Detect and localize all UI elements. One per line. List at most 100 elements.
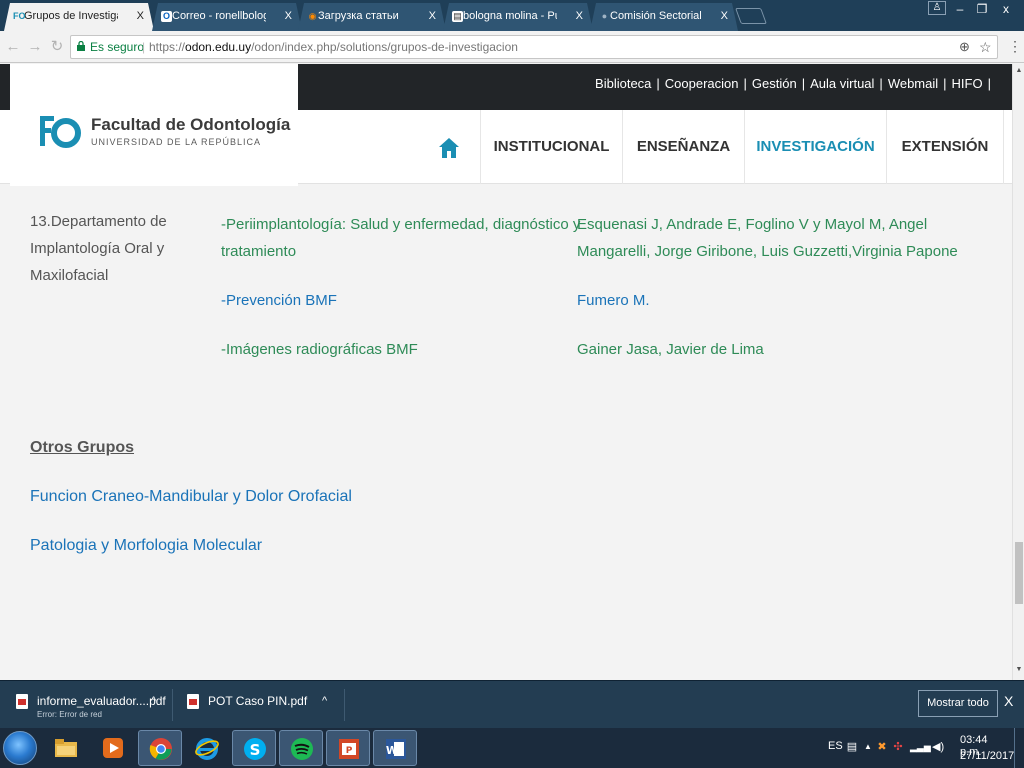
chevron-up-icon[interactable]: ^ [151,695,156,707]
back-icon[interactable]: ← [4,38,22,56]
toplink-cooperacion[interactable]: Cooperacion [665,76,739,91]
logo-subtitle: UNIVERSIDAD DE LA REPÚBLICA [91,137,262,147]
department-line: Implantología Oral y [30,240,165,257]
tab-grupos-investigacion[interactable]: FO Grupos de Investigación X [4,3,154,31]
maximize-button[interactable]: ❐ [972,0,992,18]
nav-ensenanza[interactable]: ENSEÑANZA [622,110,744,184]
nav-investigacion[interactable]: INVESTIGACIÓN [744,110,886,184]
research-members[interactable]: Fumero M. [577,287,650,314]
toplink-divider: | [801,76,806,91]
toplink-divider: | [743,76,747,91]
profile-icon[interactable]: ♙ [928,1,946,15]
taskbar-chrome[interactable] [138,730,182,766]
tab-close-icon[interactable]: X [285,3,292,29]
browser-menu-icon[interactable]: ⋮ [1008,37,1022,55]
tab-close-icon[interactable]: X [429,3,436,29]
tab-title: Comisión Sectorial de In [610,10,702,22]
download-item[interactable]: informe_evaluador....pdf Error: Error de… [0,681,172,729]
site-logo[interactable]: Facultad de Odontología UNIVERSIDAD DE L… [10,64,298,186]
url-host: odon.edu.uy [185,40,252,54]
tab-zagruzka[interactable]: ◉ Загрузка статьи X [298,3,446,31]
scroll-up-icon[interactable]: ▲ [1015,67,1023,74]
url-text[interactable]: https://odon.edu.uy/odon/index.php/solut… [149,36,518,58]
research-topic: -Periimplantología: Salud y enfermedad, … [221,211,580,265]
scroll-thumb[interactable] [1015,542,1023,604]
new-tab-button[interactable] [735,8,767,24]
downloads-shelf: informe_evaluador....pdf Error: Error de… [0,680,1024,728]
clock-date[interactable]: 27/11/2017 [960,750,1014,762]
zoom-icon[interactable]: ⊕ [959,36,970,58]
tab-close-icon[interactable]: X [721,3,728,29]
research-topic: -Imágenes radiográficas BMF [221,341,418,358]
tab-pubmed[interactable]: ▤ bologna molina - PubMe X [443,3,593,31]
fo-logo-icon [40,116,81,148]
tab-title: bologna molina - PubMe [463,10,555,22]
tab-correo[interactable]: O Correo - ronellbologna@ X [152,3,302,31]
tab-close-icon[interactable]: X [137,3,144,29]
toplink-divider: | [943,76,947,91]
tab-close-icon[interactable]: X [576,3,583,29]
pdf-file-icon [187,694,199,709]
taskbar-powerpoint-viewer[interactable]: P [326,730,370,766]
topic-line: tratamiento [221,243,297,260]
svg-text:S: S [250,741,261,759]
download-filename: POT Caso PIN.pdf [208,694,308,708]
chevron-up-icon[interactable]: ^ [322,695,327,707]
skype-icon: S [244,738,266,760]
svg-text:P: P [346,746,353,756]
home-icon[interactable] [432,134,466,162]
members-line: Mangarelli, Jorge Giribone, Luis Guzzett… [577,243,958,260]
otros-link-craneo-mandibular[interactable]: Funcion Craneo-Mandibular y Dolor Orofac… [30,483,352,510]
forward-icon[interactable]: → [26,38,44,56]
show-hidden-icons-icon[interactable]: ▲ [862,740,874,754]
toplink-gestion[interactable]: Gestión [752,76,797,91]
eye-icon: ◉ [308,11,317,21]
internet-explorer-icon [195,738,219,760]
browser-tab-strip: FO Grupos de Investigación X O Correo - … [0,0,1024,31]
show-desktop-button[interactable] [1014,728,1024,768]
notification-icon[interactable]: ✖ [876,740,888,754]
nav-institucional[interactable]: INSTITUCIONAL [480,110,622,184]
address-bar[interactable]: Es seguro | https://odon.edu.uy/odon/ind… [70,35,998,59]
folder-icon [55,739,77,757]
scroll-down-icon[interactable]: ▼ [1015,666,1023,673]
volume-icon[interactable]: ◀) [932,740,944,754]
toplink-hifo[interactable]: HIFO [952,76,983,91]
bookmark-star-icon[interactable]: ☆ [979,36,992,58]
secure-label: Es seguro [90,40,145,54]
page-scrollbar[interactable]: ▲ ▼ [1012,64,1024,680]
download-item[interactable]: POT Caso PIN.pdf ^ [173,681,343,729]
toplink-webmail[interactable]: Webmail [888,76,938,91]
reload-icon[interactable]: ↻ [48,38,66,56]
toplink-biblioteca[interactable]: Biblioteca [595,76,651,91]
windows-taskbar: S P W ES ▤ ▲ ✖ ✣ ▂▃▅ ◀) 03:44 p.m. 27/11… [0,728,1024,768]
research-topic[interactable]: -Prevención BMF [221,287,337,314]
tab-comision-sectorial[interactable]: ● Comisión Sectorial de In X [590,3,738,31]
nav-extension[interactable]: EXTENSIÓN [886,110,1004,184]
show-all-downloads-button[interactable]: Mostrar todo [918,690,998,717]
members-line: Esquenasi J, Andrade E, Foglino V y Mayo… [577,216,928,233]
taskbar-media-player[interactable] [91,730,135,766]
url-separator: | [142,40,146,54]
otros-grupos-heading: Otros Grupos [30,439,135,456]
close-downloads-icon[interactable]: X [1004,693,1013,709]
start-button[interactable] [3,731,37,765]
otros-link-patologia[interactable]: Patologia y Morfologia Molecular [30,532,262,559]
topic-line: -Periimplantología: Salud y enfermedad, … [221,216,581,233]
taskbar-file-explorer[interactable] [44,730,88,766]
url-scheme: https:// [149,40,186,54]
minimize-button[interactable]: – [950,0,970,18]
toplink-aula-virtual[interactable]: Aula virtual [810,76,874,91]
powerpoint-icon: P [339,739,359,759]
taskbar-internet-explorer[interactable] [185,730,229,766]
taskbar-word[interactable]: W [373,730,417,766]
close-window-button[interactable]: x [994,0,1018,18]
language-indicator[interactable]: ES [828,740,843,752]
department-title: 13.Departamento de Implantología Oral y … [30,208,167,289]
logo-name: Facultad de Odontología [91,115,291,134]
keyboard-icon[interactable]: ▤ [846,740,858,754]
network-error-icon[interactable]: ✣ [892,740,904,754]
taskbar-spotify[interactable] [279,730,323,766]
taskbar-skype[interactable]: S [232,730,276,766]
signal-icon[interactable]: ▂▃▅ [910,740,931,754]
